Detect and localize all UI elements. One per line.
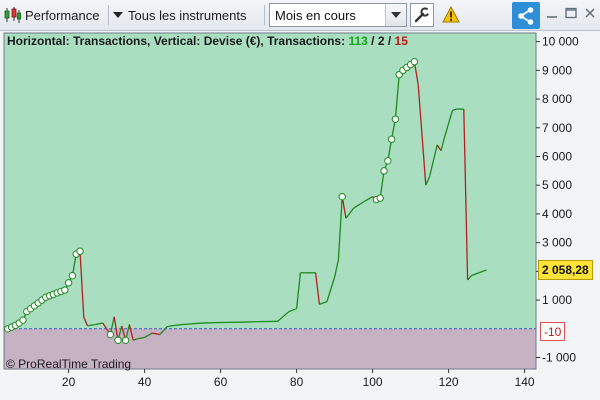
caret-down-icon [391, 12, 401, 18]
zero-line-tag: -10 [540, 322, 566, 341]
wrench-icon [414, 7, 431, 23]
transactions-total: 113 [348, 34, 368, 48]
positive-zone-background [4, 33, 536, 329]
x-tick-label: 120 [439, 375, 459, 389]
settings-button[interactable] [410, 3, 434, 27]
series-segment [174, 323, 183, 326]
y-tick-label: 7 000 [542, 121, 572, 135]
warning-icon[interactable] [442, 6, 460, 23]
y-tick-label: 4 000 [542, 207, 572, 221]
period-value: Mois en cours [275, 7, 356, 23]
x-tick-label: 20 [62, 375, 76, 389]
y-tick-label: -1 000 [542, 351, 576, 365]
x-tick-label: 40 [138, 375, 152, 389]
performance-label: Performance [25, 7, 100, 23]
data-point-marker [121, 336, 130, 344]
watermark: © ProRealTime Trading [6, 357, 132, 371]
toolbar-separator [264, 5, 265, 25]
share-button[interactable] [512, 2, 540, 29]
x-axis: 20 40 60 80 100 120 140 [62, 369, 535, 389]
data-point-marker [387, 135, 396, 143]
data-point-marker [76, 247, 84, 255]
data-point-marker [410, 58, 419, 66]
maximize-button[interactable] [563, 5, 579, 21]
x-tick-label: 140 [515, 375, 535, 389]
close-icon [585, 8, 595, 18]
x-tick-label: 60 [214, 375, 228, 389]
performance-button[interactable]: Performance [3, 4, 99, 26]
y-tick-label: 1 000 [542, 293, 572, 307]
y-tick-label: 10 000 [542, 35, 579, 49]
maximize-icon [565, 7, 577, 19]
toolbar: Performance Tous les instruments Mois en… [0, 0, 600, 31]
equity-curve-chart: -1 0001 0002 0003 0004 0005 0006 0007 00… [3, 32, 579, 389]
last-value-tag: 2 058,28 [538, 260, 593, 280]
toolbar-separator [108, 5, 109, 25]
series-segment [239, 320, 259, 323]
y-axis: -1 0001 0002 0003 0004 0005 0006 0007 00… [536, 35, 579, 365]
data-point-marker [338, 192, 346, 201]
data-point-marker [106, 330, 115, 339]
data-point-marker [19, 316, 27, 324]
data-point-marker [64, 279, 73, 287]
data-point-marker [114, 336, 122, 344]
share-icon [518, 6, 534, 25]
y-tick-label: 9 000 [542, 63, 572, 77]
x-tick-label: 80 [290, 375, 304, 389]
instruments-label: Tous les instruments [128, 7, 247, 23]
data-point-marker [68, 271, 77, 280]
y-tick-label: 8 000 [542, 92, 572, 106]
x-tick-label: 100 [363, 375, 383, 389]
data-point-marker [380, 167, 388, 175]
chart-header-text: Horizontal: Transactions, Vertical: Devi… [7, 34, 349, 48]
minimize-icon [547, 16, 557, 18]
caret-down-icon [113, 12, 123, 18]
chart-header: Horizontal: Transactions, Vertical: Devi… [7, 34, 408, 48]
series-segment [201, 321, 221, 324]
period-select[interactable]: Mois en cours [269, 3, 407, 27]
data-point-marker [391, 115, 400, 123]
close-button[interactable] [582, 5, 598, 21]
y-tick-label: 5 000 [542, 178, 572, 192]
header-separator: / [384, 34, 395, 48]
candlestick-icon [4, 7, 21, 23]
instruments-dropdown[interactable]: Tous les instruments [113, 4, 247, 26]
y-tick-label: 3 000 [542, 236, 572, 250]
data-point-marker [61, 286, 69, 294]
transactions-wins: 2 [377, 34, 385, 48]
period-dropdown-arrow[interactable] [385, 4, 406, 26]
header-separator: / [367, 34, 378, 48]
data-point-marker [384, 157, 392, 165]
minimize-button[interactable] [544, 5, 560, 21]
y-tick-label: 6 000 [542, 149, 572, 163]
performance-chart-panel: -1 0001 0002 0003 0004 0005 0006 0007 00… [0, 31, 600, 400]
transactions-losses: 15 [394, 34, 408, 48]
data-point-marker [376, 194, 384, 202]
